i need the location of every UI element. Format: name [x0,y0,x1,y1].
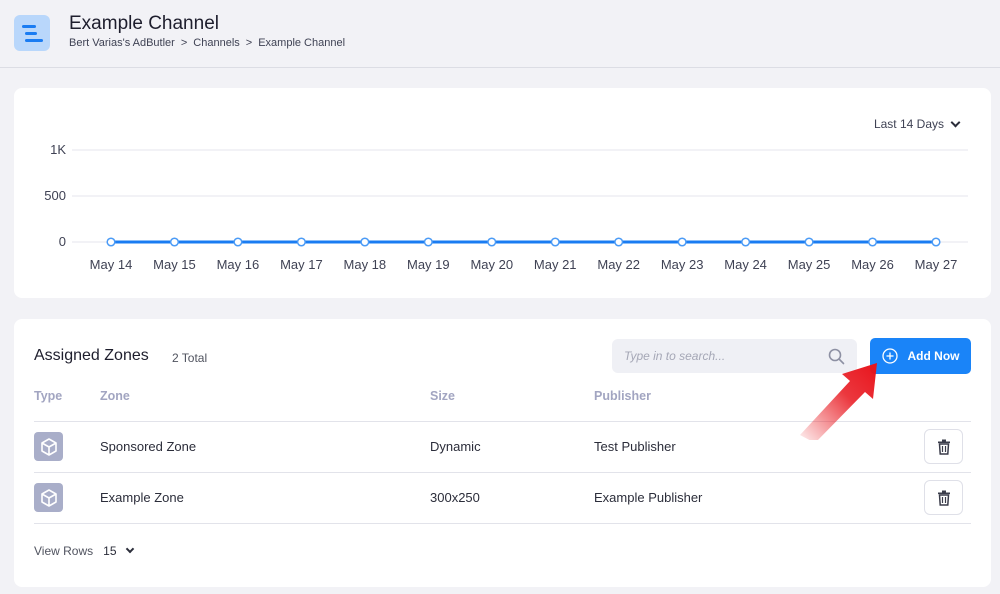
zone-name[interactable]: Sponsored Zone [100,439,196,454]
trash-icon [937,490,950,506]
data-point [423,237,433,247]
plus-circle-icon [881,348,898,364]
x-tick-label: May 27 [915,257,958,272]
stats-chart-card: Last 14 Days 0 500 1K May 14 May 15 May 16 May… [14,88,991,298]
breadcrumb-separator: > [180,37,188,49]
breadcrumb: Bert Varias's AdButler > Channels > Exam… [69,37,345,49]
search-input[interactable] [624,339,824,373]
x-tick-label: May 18 [344,257,387,272]
column-header-publisher[interactable]: Publisher [594,389,651,403]
list-menu-icon [14,15,50,51]
data-point [867,237,878,247]
zone-size: 300x250 [430,490,480,505]
y-tick-label: 500 [44,188,66,203]
x-tick-label: May 24 [724,257,767,272]
breadcrumb-channels[interactable]: Channels [193,37,239,49]
total-count: 2 Total [172,351,208,365]
delete-button[interactable] [924,429,963,464]
y-tick-label: 0 [59,234,66,249]
line-chart: 0 500 1K May 14 May 15 May 16 May 17 May 18 May … [44,142,968,272]
breadcrumb-current: Example Channel [258,37,346,49]
column-header-zone[interactable]: Zone [100,389,130,403]
x-tick-label: May 23 [661,257,704,272]
add-now-label: Add Now [907,349,960,363]
x-tick-label: May 21 [534,257,577,272]
trash-icon [937,439,950,455]
y-tick-label: 1K [50,142,66,157]
breadcrumb-account[interactable]: Bert Varias's AdButler [69,37,175,49]
data-point [677,237,687,247]
chevron-down-icon [125,544,134,554]
data-point [931,237,941,247]
breadcrumb-separator: > [245,37,253,49]
delete-button[interactable] [924,480,963,515]
data-point [614,237,624,247]
data-point [741,237,751,247]
data-point [360,237,370,247]
x-tick-label: May 16 [217,257,260,272]
view-rows-selector[interactable]: View Rows 15 [34,544,134,558]
assigned-zones-card: Assigned Zones 2 Total Add Now Type Zone… [14,319,991,587]
x-tick-label: May 25 [788,257,831,272]
search-icon[interactable] [828,348,845,365]
divider [34,472,971,473]
add-now-button[interactable]: Add Now [870,338,971,374]
page-title: Example Channel [69,13,219,34]
divider [34,421,971,422]
data-point [550,237,560,247]
column-header-type[interactable]: Type [34,389,62,403]
x-tick-label: May 17 [280,257,323,272]
data-point [804,237,814,247]
column-header-size[interactable]: Size [430,389,455,403]
cube-icon [34,483,63,512]
zone-publisher: Test Publisher [594,439,676,454]
zone-size: Dynamic [430,439,481,454]
view-rows-value: 15 [103,544,117,558]
x-tick-label: May 26 [851,257,894,272]
data-point [233,237,243,247]
search-box [612,339,857,373]
x-tick-label: May 20 [470,257,513,272]
cube-icon [34,432,63,461]
zone-publisher: Example Publisher [594,490,703,505]
zone-name[interactable]: Example Zone [100,490,184,505]
data-point [106,237,116,247]
data-point [169,237,180,247]
view-rows-label: View Rows [34,544,94,558]
data-point [296,237,306,247]
x-tick-label: May 15 [153,257,196,272]
page-header: Example Channel Bert Varias's AdButler >… [0,0,1000,68]
x-tick-label: May 14 [90,257,133,272]
data-point [487,237,497,247]
x-tick-label: May 19 [407,257,450,272]
section-title: Assigned Zones [34,347,149,364]
divider [34,523,971,524]
x-tick-label: May 22 [597,257,640,272]
